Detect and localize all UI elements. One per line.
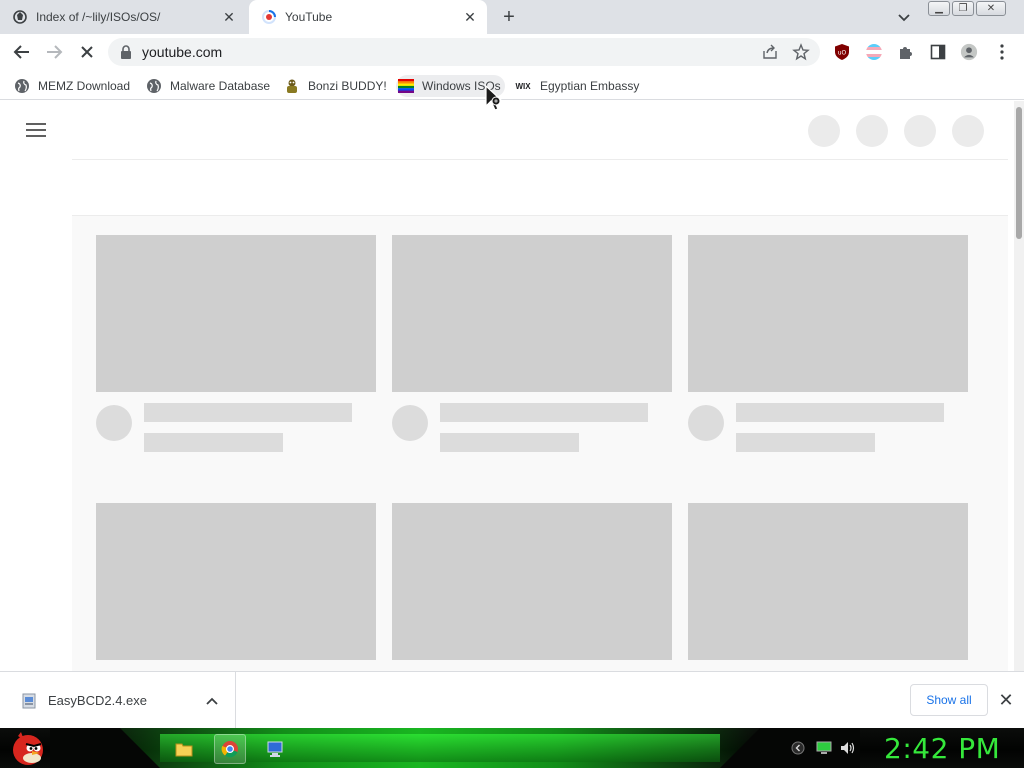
url-text[interactable]: youtube.com <box>142 44 222 60</box>
title-placeholder <box>736 403 944 422</box>
scrollbar-thumb[interactable] <box>1016 107 1022 239</box>
share-icon[interactable] <box>762 44 778 60</box>
new-tab-button[interactable]: + <box>498 6 520 28</box>
show-all-downloads-button[interactable]: Show all <box>910 684 988 716</box>
browser-toolbar: youtube.com uO <box>0 34 1024 70</box>
header-divider <box>72 159 1008 160</box>
meta-placeholder <box>144 433 283 452</box>
tab-index-of-isos[interactable]: Index of /~lily/ISOs/OS/ ✕ <box>0 0 246 34</box>
tab-close-icon[interactable]: ✕ <box>220 8 238 26</box>
video-thumbnail-placeholder[interactable] <box>96 503 376 660</box>
tab-title: Index of /~lily/ISOs/OS/ <box>36 10 161 24</box>
video-thumbnail-placeholder[interactable] <box>96 235 376 392</box>
apache-feather-icon <box>12 9 28 25</box>
header-placeholder-circle <box>856 115 888 147</box>
title-placeholder <box>440 403 648 422</box>
header-placeholder-circle <box>808 115 840 147</box>
back-arrow-icon[interactable] <box>12 42 32 62</box>
tray-chevron-icon[interactable] <box>790 740 806 756</box>
minimize-button[interactable]: ▁ <box>928 1 950 16</box>
globe-icon <box>14 78 30 94</box>
taskbar-slant-left <box>50 728 160 768</box>
taskbar-clock[interactable]: 2:42 PM <box>884 732 1000 765</box>
trans-flag-extension-icon[interactable] <box>865 43 883 61</box>
header-placeholder-circle <box>952 115 984 147</box>
network-icon[interactable] <box>816 740 832 756</box>
globe-icon <box>146 78 162 94</box>
loading-spinner-icon <box>261 9 277 25</box>
download-item[interactable]: EasyBCD2.4.exe <box>0 672 236 728</box>
tab-strip: Index of /~lily/ISOs/OS/ ✕ YouTube ✕ + ▁… <box>0 0 1024 34</box>
download-shelf: EasyBCD2.4.exe Show all ✕ <box>0 671 1024 728</box>
title-placeholder <box>144 403 352 422</box>
tab-search-chevron-icon[interactable] <box>895 8 913 26</box>
tab-close-icon[interactable]: ✕ <box>461 8 479 26</box>
extensions-puzzle-icon[interactable] <box>897 43 915 61</box>
chrome-taskbar-icon[interactable] <box>214 734 246 764</box>
mouse-cursor-busy-icon <box>485 84 503 111</box>
page-scrollbar[interactable] <box>1014 101 1024 671</box>
computer-taskbar-icon[interactable] <box>259 734 291 764</box>
bookmark-malware-database[interactable]: Malware Database <box>146 75 270 97</box>
profile-avatar-icon[interactable] <box>960 43 978 61</box>
video-thumbnail-placeholder[interactable] <box>688 235 968 392</box>
youtube-page <box>0 101 1014 671</box>
exe-file-icon <box>20 692 38 710</box>
bookmark-label: Bonzi BUDDY! <box>308 79 387 93</box>
forward-arrow-icon[interactable] <box>44 42 64 62</box>
screen: Index of /~lily/ISOs/OS/ ✕ YouTube ✕ + ▁… <box>0 0 1024 768</box>
bookmark-memz-download[interactable]: MEMZ Download <box>14 75 130 97</box>
video-thumbnail-placeholder[interactable] <box>688 503 968 660</box>
bookmark-star-icon[interactable] <box>792 43 810 61</box>
chevron-up-icon[interactable] <box>205 694 219 708</box>
video-thumbnail-placeholder[interactable] <box>392 235 672 392</box>
window-controls: ▁ ❐ ✕ <box>928 1 1006 16</box>
bonzi-icon <box>284 78 300 94</box>
hamburger-menu-icon[interactable] <box>26 123 46 137</box>
volume-icon[interactable] <box>840 740 856 756</box>
lock-icon[interactable] <box>120 45 132 59</box>
stop-loading-icon[interactable] <box>77 42 97 62</box>
video-feed <box>72 216 1008 671</box>
close-window-button[interactable]: ✕ <box>976 1 1006 16</box>
ublock-origin-icon[interactable]: uO <box>833 43 851 61</box>
tab-youtube[interactable]: YouTube ✕ <box>249 0 487 34</box>
menu-kebab-icon[interactable] <box>993 43 1011 61</box>
maximize-button[interactable]: ❐ <box>952 1 974 16</box>
bookmark-label: MEMZ Download <box>38 79 131 93</box>
file-explorer-taskbar-icon[interactable] <box>168 734 200 764</box>
channel-avatar-placeholder <box>392 405 428 441</box>
close-download-shelf-icon[interactable]: ✕ <box>997 690 1015 710</box>
rainbow-flag-icon <box>398 78 414 94</box>
address-bar[interactable]: youtube.com <box>108 38 820 66</box>
wix-icon: WIX <box>515 81 531 91</box>
bookmark-label: Egyptian Embassy <box>540 79 640 93</box>
tab-title: YouTube <box>285 10 333 24</box>
bookmark-bonzi-buddy[interactable]: Bonzi BUDDY! <box>284 75 387 97</box>
svg-text:uO: uO <box>838 50 847 57</box>
start-button-angry-bird-icon[interactable] <box>8 728 48 768</box>
download-file-name[interactable]: EasyBCD2.4.exe <box>48 693 147 708</box>
meta-placeholder <box>440 433 579 452</box>
channel-avatar-placeholder <box>96 405 132 441</box>
side-panel-icon[interactable] <box>929 43 947 61</box>
bookmark-label: Malware Database <box>170 79 271 93</box>
taskbar: 2:42 PM <box>0 728 1024 768</box>
bookmark-egyptian-embassy[interactable]: WIX Egyptian Embassy <box>514 75 639 97</box>
header-placeholder-circle <box>904 115 936 147</box>
video-thumbnail-placeholder[interactable] <box>392 503 672 660</box>
channel-avatar-placeholder <box>688 405 724 441</box>
meta-placeholder <box>736 433 875 452</box>
